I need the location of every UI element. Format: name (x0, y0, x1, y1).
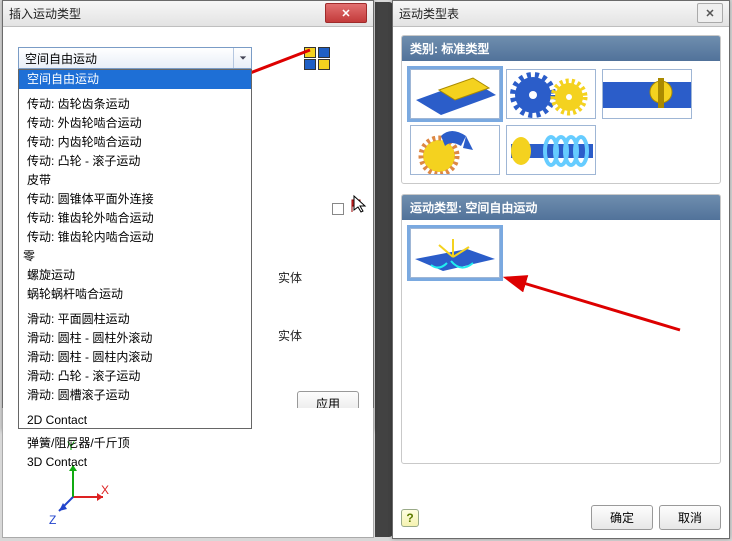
dd-item[interactable]: 滑动: 平面圆柱运动 (19, 310, 251, 329)
dd-item[interactable]: 传动: 外齿轮啮合运动 (19, 114, 251, 133)
right-titlebar[interactable]: 运动类型表 ✕ (393, 1, 729, 27)
axis-x-label: X (101, 483, 109, 497)
right-title: 运动类型表 (399, 5, 459, 22)
dd-item[interactable]: 传动: 圆锥体平面外连接 (19, 190, 251, 209)
category-thumb-4[interactable] (410, 125, 500, 175)
motion-type-table-dialog: 运动类型表 ✕ 类别: 标准类型 (392, 0, 730, 539)
cursor-icon (352, 194, 368, 214)
dd-item[interactable]: 螺旋运动 (19, 266, 251, 285)
dd-item[interactable]: 蜗轮蜗杆啮合运动 (19, 285, 251, 304)
motion-type-group: 运动类型: 空间自由运动 (401, 194, 721, 464)
dd-item[interactable]: 滑动: 圆槽滚子运动 (19, 386, 251, 405)
dd-item[interactable]: 滑动: 圆柱 - 圆柱内滚动 (19, 348, 251, 367)
ok-button[interactable]: 确定 (591, 505, 653, 530)
category-thumb-2[interactable] (506, 69, 596, 119)
dd-item[interactable]: 皮带 (19, 171, 251, 190)
background-shadow (375, 2, 393, 537)
dd-item[interactable]: 2D Contact (19, 411, 251, 430)
motion-type-combo[interactable]: 空间自由运动 空间自由运动 传动: 齿轮齿条运动 传动: 外齿轮啮合运动 传动:… (18, 47, 252, 69)
insert-motion-dialog: 插入运动类型 ✕ 空间自由运动 空间自由运动 传动: 齿轮齿条运动 传动: 外齿… (2, 0, 374, 431)
dd-item[interactable]: 传动: 凸轮 - 滚子运动 (19, 152, 251, 171)
category-thumb-5[interactable] (506, 125, 596, 175)
combo-value: 空间自由运动 (25, 50, 97, 67)
category-group: 类别: 标准类型 (401, 35, 721, 184)
dd-item[interactable]: 传动: 锥齿轮内啮合运动 (19, 228, 251, 247)
dd-item-selected[interactable]: 空间自由运动 (19, 70, 251, 89)
category-group-title: 类别: 标准类型 (402, 36, 720, 61)
entity-label-1: 实体 (278, 269, 302, 286)
dd-item[interactable]: 传动: 内齿轮啮合运动 (19, 133, 251, 152)
close-button[interactable]: ✕ (697, 3, 723, 23)
motion-thumb-1[interactable] (410, 228, 500, 278)
dd-item[interactable]: 弹簧/阻尼器/千斤顶 (19, 434, 251, 453)
entity-label-2: 实体 (278, 327, 302, 344)
quad-color-icon[interactable] (304, 47, 332, 71)
left-title: 插入运动类型 (9, 5, 81, 22)
flag-checkbox[interactable] (332, 203, 344, 215)
left-titlebar[interactable]: 插入运动类型 ✕ (3, 1, 373, 27)
axis-z-label: Z (49, 513, 56, 527)
close-button[interactable]: ✕ (325, 3, 367, 23)
dd-item[interactable]: 滑动: 凸轮 - 滚子运动 (19, 367, 251, 386)
dd-item[interactable]: 滑动: 圆柱 - 圆柱外滚动 (19, 329, 251, 348)
dd-item[interactable]: 传动: 齿轮齿条运动 (19, 95, 251, 114)
dd-item[interactable]: 传动: 锥齿轮外啮合运动 (19, 209, 251, 228)
dd-item[interactable]: 3D Contact (19, 453, 251, 472)
dd-group[interactable]: 零 (19, 247, 251, 266)
category-thumb-1[interactable] (410, 69, 500, 119)
motion-type-group-title: 运动类型: 空间自由运动 (402, 195, 720, 220)
chevron-down-icon[interactable] (233, 48, 251, 68)
cancel-button[interactable]: 取消 (659, 505, 721, 530)
motion-type-dropdown[interactable]: 空间自由运动 传动: 齿轮齿条运动 传动: 外齿轮啮合运动 传动: 内齿轮啮合运… (18, 69, 252, 429)
help-icon[interactable]: ? (401, 509, 419, 527)
category-thumb-3[interactable] (602, 69, 692, 119)
